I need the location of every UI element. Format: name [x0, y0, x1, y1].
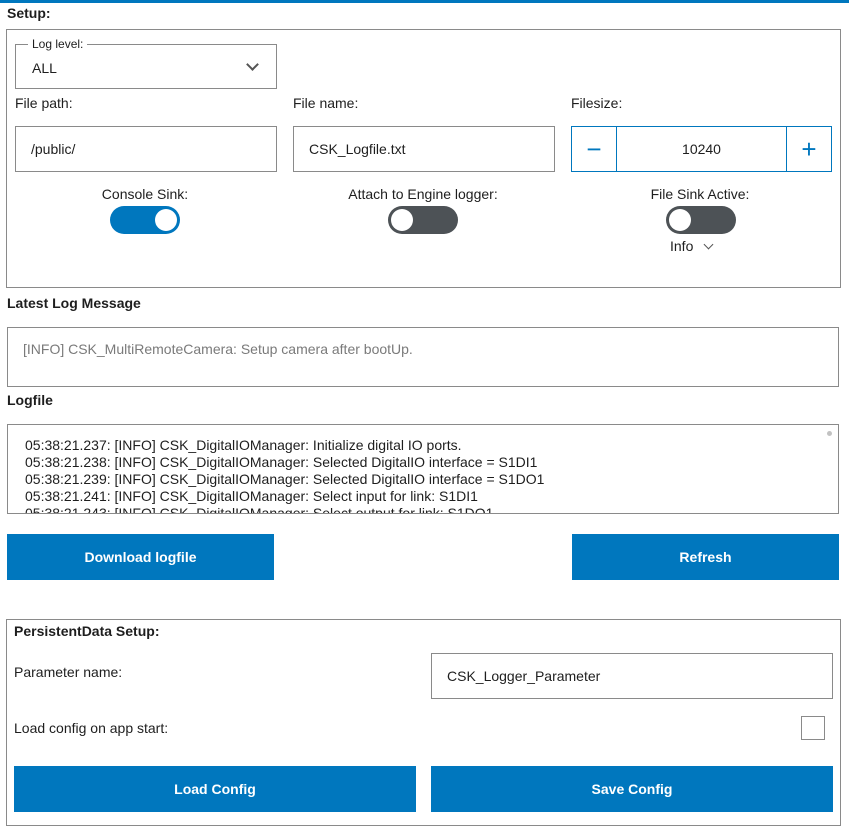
persistent-data-panel: PersistentData Setup: Parameter name: CS… — [6, 619, 841, 826]
log-line: 05:38:21.241: [INFO] CSK_DigitalIOManage… — [25, 488, 478, 504]
increment-button[interactable]: + — [786, 127, 831, 171]
attach-engine-toggle[interactable] — [388, 206, 458, 234]
top-accent-bar — [0, 0, 849, 3]
scrollbar[interactable] — [827, 431, 832, 436]
parameter-name-label: Parameter name: — [14, 664, 123, 680]
toggle-knob — [669, 209, 691, 231]
info-label: Info — [670, 238, 694, 254]
file-sink-toggle[interactable] — [666, 206, 736, 234]
file-path-input[interactable]: /public/ — [15, 126, 277, 172]
logfile-textarea[interactable]: 05:38:21.237: [INFO] CSK_DigitalIOManage… — [7, 424, 839, 514]
filesize-label: Filesize: — [571, 95, 623, 111]
latest-log-title: Latest Log Message — [7, 295, 141, 311]
refresh-button[interactable]: Refresh — [572, 534, 839, 580]
persistent-data-title: PersistentData Setup: — [14, 623, 160, 639]
chevron-down-icon — [703, 239, 714, 250]
decrement-button[interactable]: − — [572, 127, 617, 171]
setup-title: Setup: — [7, 5, 51, 21]
latest-log-message: [INFO] CSK_MultiRemoteCamera: Setup came… — [7, 327, 839, 387]
file-name-input[interactable]: CSK_Logfile.txt — [293, 126, 555, 172]
console-sink-label: Console Sink: — [101, 186, 189, 202]
chevron-down-icon — [246, 58, 259, 71]
logfile-title: Logfile — [7, 392, 53, 408]
download-logfile-button[interactable]: Download logfile — [7, 534, 274, 580]
file-path-label: File path: — [15, 95, 73, 111]
log-level-legend: Log level: — [28, 37, 88, 51]
file-name-label: File name: — [293, 95, 359, 111]
log-level-value: ALL — [32, 60, 57, 76]
toggle-knob — [391, 209, 413, 231]
file-sink-label: File Sink Active: — [650, 186, 750, 202]
log-line: 05:38:21.237: [INFO] CSK_DigitalIOManage… — [25, 437, 462, 453]
load-config-button[interactable]: Load Config — [14, 766, 416, 812]
console-sink-toggle[interactable] — [110, 206, 180, 234]
log-level-select[interactable]: Log level: ALL — [15, 37, 277, 89]
save-config-button[interactable]: Save Config — [431, 766, 833, 812]
load-on-start-label: Load config on app start: — [14, 720, 169, 736]
toggle-knob — [155, 209, 177, 231]
log-line: 05:38:21.238: [INFO] CSK_DigitalIOManage… — [25, 454, 538, 470]
log-line: 05:38:21.243: [INFO] CSK_DigitalIOManage… — [25, 505, 494, 514]
filesize-stepper: − 10240 + — [571, 126, 832, 172]
info-expander[interactable]: Info — [670, 238, 714, 254]
load-on-start-checkbox[interactable] — [801, 716, 825, 740]
filesize-value[interactable]: 10240 — [617, 127, 786, 171]
attach-engine-label: Attach to Engine logger: — [348, 186, 498, 202]
parameter-name-input[interactable]: CSK_Logger_Parameter — [431, 653, 833, 699]
setup-panel: Log level: ALL File path: File name: Fil… — [6, 29, 841, 288]
log-line: 05:38:21.239: [INFO] CSK_DigitalIOManage… — [25, 471, 545, 487]
